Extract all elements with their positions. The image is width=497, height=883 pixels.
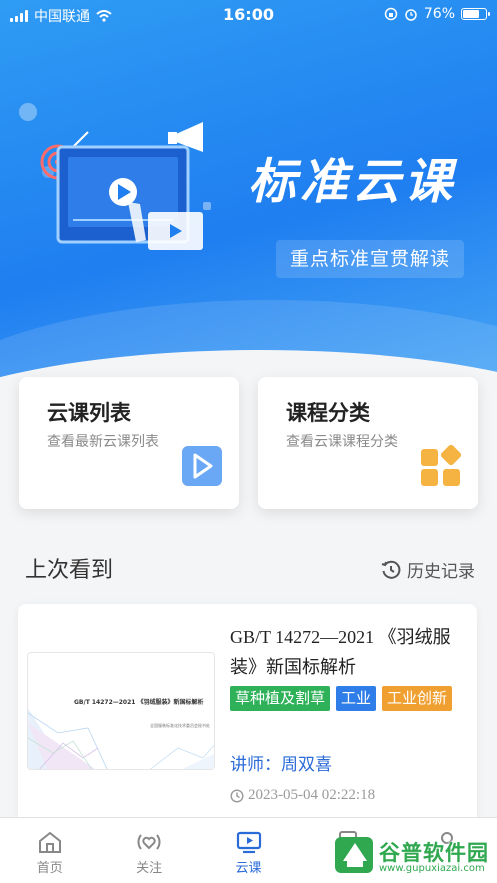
watch-date: 2023-05-04 02:22:18 bbox=[248, 787, 376, 803]
watermark-logo-icon bbox=[335, 837, 373, 873]
card-title: 课程分类 bbox=[286, 401, 370, 425]
battery-percent: 76% bbox=[423, 6, 455, 22]
course-card[interactable]: GB/T 14272—2021 《羽绒服装》新国标解析 全国服装标准化技术委员会… bbox=[18, 604, 477, 829]
history-label: 历史记录 bbox=[407, 562, 475, 582]
history-button[interactable]: 历史记录 bbox=[381, 557, 475, 582]
follow-icon bbox=[137, 834, 161, 850]
alarm-icon bbox=[405, 9, 417, 21]
cloud-course-icon bbox=[236, 831, 261, 854]
status-bar: 中国联通 16:00 76% bbox=[0, 0, 497, 30]
battery-icon bbox=[461, 8, 490, 20]
cloud-course-list-card[interactable]: 云课列表 查看最新云课列表 bbox=[19, 377, 239, 509]
clock-icon bbox=[230, 788, 244, 803]
course-thumbnail[interactable]: GB/T 14272—2021 《羽绒服装》新国标解析 全国服装标准化技术委员会… bbox=[27, 652, 215, 770]
history-icon bbox=[381, 560, 401, 579]
category-icon bbox=[421, 445, 462, 486]
card-title: 云课列表 bbox=[47, 401, 131, 425]
tab-label: 关注 bbox=[136, 861, 163, 876]
banner-title: 标准云课 bbox=[248, 154, 457, 210]
play-icon bbox=[182, 446, 222, 486]
last-watched-title: 上次看到 bbox=[25, 558, 114, 583]
rotation-lock-icon bbox=[384, 7, 398, 21]
tab-label: 云课 bbox=[235, 861, 262, 876]
tab-follow[interactable]: 关注 bbox=[99, 818, 198, 883]
banner-subtitle: 重点标准宣贯解读 bbox=[276, 240, 465, 278]
watch-time: 2023-05-04 02:22:18 bbox=[230, 787, 375, 804]
thumbnail-subtitle: 全国服装标准化技术委员会秘书处 bbox=[150, 723, 210, 728]
home-icon bbox=[38, 831, 61, 853]
watermark-url: www.gupuxiazai.com bbox=[379, 863, 485, 874]
banner: 标准云课 重点标准宣贯解读 bbox=[0, 0, 497, 400]
site-watermark: 谷普软件园 www.gupuxiazai.com bbox=[333, 831, 493, 879]
tab-label: 首页 bbox=[36, 861, 63, 876]
course-tag: 工业 bbox=[336, 686, 377, 711]
course-title: GB/T 14272—2021 《羽绒服装》新国标解析 bbox=[230, 627, 451, 677]
course-tag: 工业创新 bbox=[382, 686, 453, 711]
tab-cloud-course[interactable]: 云课 bbox=[199, 818, 298, 883]
video-illustration bbox=[19, 103, 211, 250]
card-description: 查看最新云课列表 bbox=[47, 434, 159, 450]
course-tags: 草种植及割草 工业 工业创新 bbox=[230, 686, 470, 711]
tab-home[interactable]: 首页 bbox=[0, 818, 99, 883]
lecturer-name: 讲师：周双喜 bbox=[230, 755, 332, 775]
course-category-card[interactable]: 课程分类 查看云课课程分类 bbox=[258, 377, 478, 509]
thumbnail-pattern bbox=[28, 708, 214, 769]
card-description: 查看云课课程分类 bbox=[286, 434, 398, 450]
course-tag: 草种植及割草 bbox=[230, 686, 331, 711]
thumbnail-title: GB/T 14272—2021 《羽绒服装》新国标解析 bbox=[74, 699, 204, 706]
